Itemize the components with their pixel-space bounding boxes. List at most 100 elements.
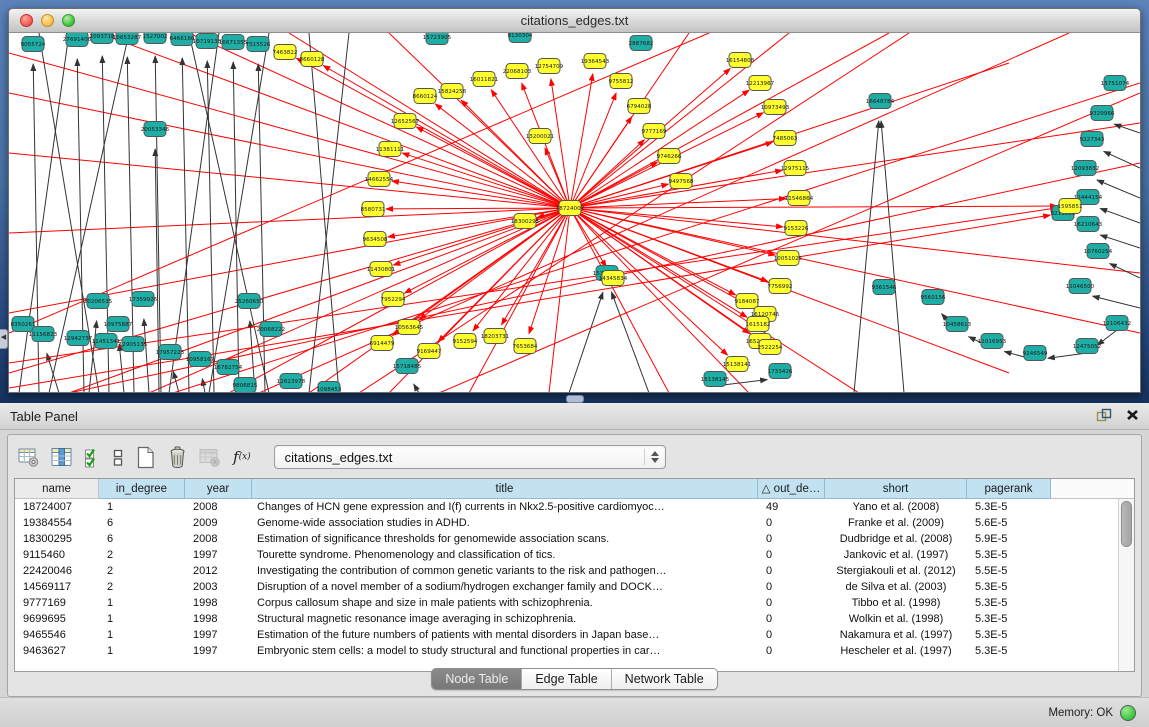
- network-node[interactable]: 15723905: [423, 33, 452, 45]
- network-node[interactable]: 10653287: [113, 33, 142, 45]
- network-node[interactable]: 12106432: [1103, 316, 1131, 331]
- network-node[interactable]: 11451341: [92, 334, 121, 349]
- network-node[interactable]: 11546864: [785, 191, 814, 206]
- control-panel-collapse-arrow-icon[interactable]: ◀: [0, 329, 8, 349]
- network-node[interactable]: 9361546: [872, 280, 897, 295]
- table-selector[interactable]: citations_edges.txt: [274, 445, 666, 469]
- network-node[interactable]: 9746266: [657, 149, 682, 164]
- network-node[interactable]: 10563645: [395, 320, 424, 335]
- network-node[interactable]: 9497568: [669, 174, 694, 189]
- network-node[interactable]: 7952294: [381, 292, 406, 307]
- network-node[interactable]: 9055724: [21, 37, 46, 52]
- tab-edge-table[interactable]: Edge Table: [522, 669, 611, 689]
- network-node[interactable]: 2887682: [629, 36, 654, 51]
- network-node[interactable]: 19364543: [581, 54, 610, 69]
- network-node[interactable]: 12623978: [277, 374, 306, 389]
- table-row[interactable]: 1938455462009Genome-wide association stu…: [15, 515, 1134, 531]
- network-node[interactable]: 1595851: [1058, 199, 1083, 214]
- network-node[interactable]: 15824258: [438, 84, 467, 99]
- network-node[interactable]: 27691406: [63, 33, 92, 47]
- column-header-out_de[interactable]: △ out_de…: [758, 479, 825, 499]
- function-builder-icon[interactable]: f(x): [233, 445, 251, 469]
- network-node[interactable]: 9169447: [417, 344, 442, 359]
- tab-network-table[interactable]: Network Table: [612, 669, 717, 689]
- network-node[interactable]: 7756992: [768, 279, 793, 294]
- network-node[interactable]: 2522254: [758, 340, 783, 355]
- network-node[interactable]: 10458613: [943, 317, 972, 332]
- network-node[interactable]: 22068103: [503, 64, 532, 79]
- table-row[interactable]: 911546021997Tourette syndrome. Phenomeno…: [15, 547, 1134, 563]
- network-node[interactable]: 15138141: [723, 357, 752, 372]
- network-node[interactable]: 12905135: [119, 337, 148, 352]
- table-row[interactable]: 946554611997Estimation of the future num…: [15, 627, 1134, 643]
- minimize-button[interactable]: [41, 14, 54, 27]
- network-node[interactable]: 6466160: [170, 33, 195, 46]
- network-node[interactable]: 12213967: [746, 76, 775, 91]
- network-view[interactable]: 9055724 276914062093718106532871527002646…: [9, 33, 1140, 392]
- table-row[interactable]: 969969511998Structural magnetic resonanc…: [15, 611, 1134, 627]
- network-node[interactable]: 16011821: [470, 72, 499, 87]
- memory-status-icon[interactable]: [1120, 705, 1136, 721]
- close-button[interactable]: [20, 14, 33, 27]
- network-node[interactable]: 1098453: [317, 382, 342, 393]
- network-node[interactable]: 16648784: [866, 94, 895, 109]
- network-node[interactable]: 10760254: [1084, 244, 1113, 259]
- network-node[interactable]: 9634508: [363, 232, 388, 247]
- delete-icon[interactable]: [167, 445, 188, 469]
- network-node[interactable]: 9227343: [1080, 132, 1105, 147]
- network-node[interactable]: 6794028: [627, 99, 652, 114]
- network-node[interactable]: 7653684: [513, 339, 538, 354]
- network-node[interactable]: 2093718: [90, 33, 115, 44]
- network-node[interactable]: 6914479: [370, 336, 395, 351]
- network-node[interactable]: 11156823: [29, 327, 58, 342]
- select-columns-icon[interactable]: [51, 445, 73, 469]
- network-node[interactable]: 18300295: [511, 214, 540, 229]
- float-panel-icon[interactable]: [1096, 408, 1112, 425]
- network-node[interactable]: 8660128: [300, 52, 325, 67]
- network-node[interactable]: 16782754: [214, 360, 243, 375]
- column-header-name[interactable]: name: [15, 479, 99, 499]
- network-node[interactable]: 9152594: [453, 334, 478, 349]
- network-node[interactable]: 11381111: [376, 142, 405, 157]
- network-node[interactable]: 8580731: [361, 202, 386, 217]
- network-node[interactable]: 15751074: [1101, 76, 1130, 91]
- table-row[interactable]: 977716911998Corpus callosum shape and si…: [15, 595, 1134, 611]
- network-node[interactable]: 14345834: [599, 271, 628, 286]
- network-node[interactable]: 9329966: [1090, 106, 1115, 121]
- network-window-titlebar[interactable]: citations_edges.txt: [9, 9, 1140, 33]
- network-node[interactable]: 9153226: [784, 221, 809, 236]
- network-node[interactable]: 11016953: [978, 334, 1007, 349]
- network-node[interactable]: 10051025: [774, 251, 803, 266]
- network-node[interactable]: 12093832: [1071, 161, 1099, 176]
- network-node[interactable]: 9184087: [735, 294, 760, 309]
- network-node[interactable]: 25260650: [235, 294, 264, 309]
- column-header-title[interactable]: title: [252, 479, 758, 499]
- network-node[interactable]: 17957223: [156, 345, 185, 360]
- table-row[interactable]: 1456911722003Disruption of a novel membe…: [15, 579, 1134, 595]
- network-node[interactable]: 20068222: [257, 322, 285, 337]
- network-node[interactable]: 1527002: [143, 33, 168, 44]
- network-node[interactable]: 8130304: [508, 33, 533, 43]
- rows-icon[interactable]: [112, 445, 124, 469]
- network-node[interactable]: 1615182: [746, 317, 771, 332]
- table-row[interactable]: 2242004622012Investigating the contribut…: [15, 563, 1134, 579]
- column-header-short[interactable]: short: [825, 479, 967, 499]
- network-node[interactable]: 9560156: [921, 290, 946, 305]
- network-node[interactable]: 9755812: [609, 74, 634, 89]
- network-node[interactable]: 16154808: [726, 53, 755, 68]
- network-node[interactable]: 16671355: [219, 35, 248, 50]
- close-icon[interactable]: [1126, 409, 1139, 424]
- network-node[interactable]: 13200021: [526, 129, 555, 144]
- zoom-button[interactable]: [62, 14, 75, 27]
- network-node[interactable]: 8660124: [413, 89, 438, 104]
- network-canvas[interactable]: 9055724 276914062093718106532871527002646…: [9, 33, 1140, 392]
- network-node[interactable]: 12975115: [781, 161, 810, 176]
- network-node[interactable]: 12942737: [64, 331, 93, 346]
- network-node[interactable]: 7485063: [773, 131, 798, 146]
- column-header-pagerank[interactable]: pagerank: [967, 479, 1051, 499]
- network-node[interactable]: 11046500: [1066, 279, 1095, 294]
- table-row[interactable]: 1872400712008Changes of HCN gene express…: [15, 499, 1134, 515]
- network-node[interactable]: 7463822: [273, 45, 298, 60]
- new-document-icon[interactable]: [135, 445, 156, 469]
- column-header-year[interactable]: year: [185, 479, 252, 499]
